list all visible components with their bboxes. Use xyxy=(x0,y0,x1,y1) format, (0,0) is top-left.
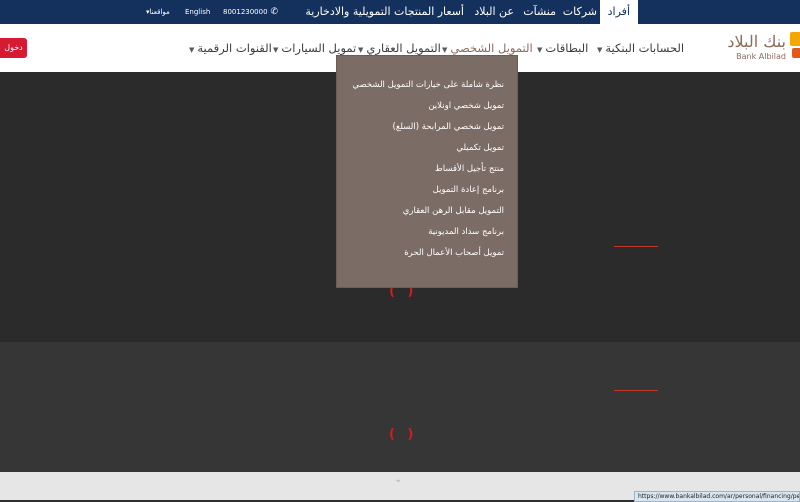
chevron-down-icon: ▼ xyxy=(537,46,543,54)
logo-arabic-text: بنك البلاد xyxy=(727,32,786,51)
locations-menu[interactable]: ▾مواقعنا xyxy=(146,0,170,24)
chevron-down-icon: ▼ xyxy=(273,46,279,54)
dropdown-item-freelancers[interactable]: تمويل أصحاب الأعمال الحرة xyxy=(404,248,504,258)
nav-personal-finance-label: التمويل الشخصي xyxy=(450,41,533,55)
link-product-prices[interactable]: أسعار المنتجات التمويلية والادخارية xyxy=(305,0,464,24)
phone-icon: ✆ xyxy=(270,7,279,17)
bank-logo[interactable]: بنك البلاد Bank Albilad xyxy=(725,28,800,68)
tab-individuals[interactable]: أفراد xyxy=(599,0,638,24)
language-switch[interactable]: English xyxy=(185,0,210,24)
nav-real-estate-finance-label: التمويل العقاري xyxy=(366,41,441,55)
content-area xyxy=(0,342,800,472)
divider-line xyxy=(614,390,658,391)
logo-english-text: Bank Albilad xyxy=(736,52,786,61)
loading-spinner-icon: ( ) xyxy=(389,427,418,442)
nav-cards[interactable]: ▼ البطاقات xyxy=(534,24,588,72)
chevron-down-icon: ▼ xyxy=(597,46,603,54)
chevron-down-icon: ▼ xyxy=(189,46,195,54)
dropdown-item-supplementary[interactable]: تمويل تكميلي xyxy=(456,143,504,153)
dropdown-item-murabaha[interactable]: تمويل شخصي المرابحة (السلع) xyxy=(393,122,504,132)
nav-cards-label: البطاقات xyxy=(545,41,589,55)
phone-link[interactable]: 8001230000 ✆ xyxy=(223,0,278,24)
dropdown-item-overview[interactable]: نظرة شاملة على خيارات التمويل الشخصي xyxy=(352,80,504,90)
dropdown-item-debt-repayment[interactable]: برنامج سداد المديونية xyxy=(428,227,504,237)
personal-finance-dropdown: نظرة شاملة على خيارات التمويل الشخصي تمو… xyxy=(336,55,518,288)
nav-digital-channels-label: القنوات الرقمية xyxy=(197,41,272,55)
nav-bank-accounts-label: الحسابات البنكية xyxy=(605,41,685,55)
dropdown-item-online-finance[interactable]: تمويل شخصي اونلاين xyxy=(428,101,504,111)
phone-number: 8001230000 xyxy=(223,8,268,16)
divider-line xyxy=(614,246,658,247)
dropdown-item-refinance[interactable]: برنامج إعادة التمويل xyxy=(433,185,504,195)
login-button[interactable]: دخول xyxy=(0,38,27,58)
dropdown-item-mortgage-finance[interactable]: التمويل مقابل الرهن العقاري xyxy=(403,206,504,216)
chevron-down-icon[interactable]: ⌄ xyxy=(394,474,402,485)
nav-digital-channels[interactable]: ▼ القنوات الرقمية xyxy=(186,24,272,72)
link-establishments[interactable]: منشآت xyxy=(523,0,556,24)
logo-mark-icon xyxy=(790,32,800,46)
status-bar-url: https://www.bankalbilad.com/ar/personal/… xyxy=(634,491,800,502)
link-about[interactable]: عن البلاد xyxy=(474,0,514,24)
top-bar: أفراد شركات منشآت عن البلاد أسعار المنتج… xyxy=(0,0,800,24)
dropdown-item-installment-deferral[interactable]: منتج تأجيل الأقساط xyxy=(435,164,504,174)
nav-auto-finance-label: تمويل السيارات xyxy=(281,41,357,55)
locations-label: مواقعنا xyxy=(149,8,170,16)
link-companies[interactable]: شركات xyxy=(563,0,597,24)
nav-bank-accounts[interactable]: ▼ الحسابات البنكية xyxy=(594,24,684,72)
logo-mark-secondary-icon xyxy=(792,48,800,58)
